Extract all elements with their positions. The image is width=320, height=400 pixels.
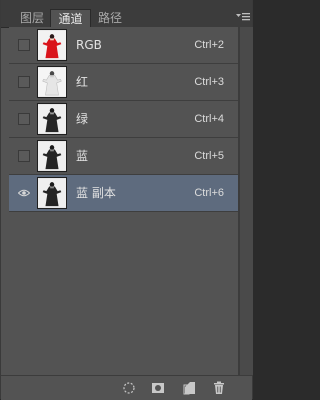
eye-icon[interactable] <box>18 187 30 199</box>
channel-shortcut: Ctrl+5 <box>194 150 224 162</box>
channel-thumbnail <box>37 177 67 209</box>
channel-name: 红 <box>76 75 89 89</box>
visibility-toggle[interactable] <box>18 113 30 125</box>
channel-thumbnail <box>37 103 67 135</box>
tab-paths[interactable]: 路径 <box>91 9 129 27</box>
load-selection-icon[interactable] <box>121 380 137 396</box>
channel-shortcut: Ctrl+2 <box>194 39 224 51</box>
tab-layers[interactable]: 图层 <box>14 9 50 27</box>
channel-row-blue[interactable]: 蓝 Ctrl+5 <box>9 138 238 175</box>
visibility-toggle[interactable] <box>18 150 30 162</box>
channel-shortcut: Ctrl+4 <box>194 113 224 125</box>
tab-channels[interactable]: 通道 <box>50 9 91 28</box>
channel-row-rgb[interactable]: RGB Ctrl+2 <box>9 27 238 64</box>
channel-thumbnail <box>37 140 67 172</box>
channel-row-blue-copy[interactable]: 蓝 副本 Ctrl+6 <box>9 175 238 212</box>
panel-tab-bar: 图层 通道 路径 <box>1 0 252 28</box>
channels-panel: 图层 通道 路径 RGB Ctrl+2 红 Ctrl+3 绿 Ctrl+4 蓝 … <box>0 0 253 400</box>
channel-thumbnail <box>37 66 67 98</box>
scrollbar[interactable] <box>239 27 253 375</box>
delete-channel-icon[interactable] <box>211 380 227 396</box>
channel-name: RGB <box>76 38 102 52</box>
channel-name: 蓝 <box>76 149 89 163</box>
channel-thumbnail <box>37 29 67 61</box>
channel-name: 蓝 副本 <box>76 186 116 200</box>
new-channel-icon[interactable] <box>182 380 198 396</box>
visibility-toggle[interactable] <box>18 76 30 88</box>
channel-shortcut: Ctrl+3 <box>194 76 224 88</box>
channel-row-green[interactable]: 绿 Ctrl+4 <box>9 101 238 138</box>
panel-footer <box>1 375 252 400</box>
channel-shortcut: Ctrl+6 <box>194 187 224 199</box>
save-selection-icon[interactable] <box>150 380 166 396</box>
panel-menu-icon[interactable] <box>235 9 251 25</box>
channel-name: 绿 <box>76 112 89 126</box>
visibility-toggle[interactable] <box>18 39 30 51</box>
channel-row-red[interactable]: 红 Ctrl+3 <box>9 64 238 101</box>
